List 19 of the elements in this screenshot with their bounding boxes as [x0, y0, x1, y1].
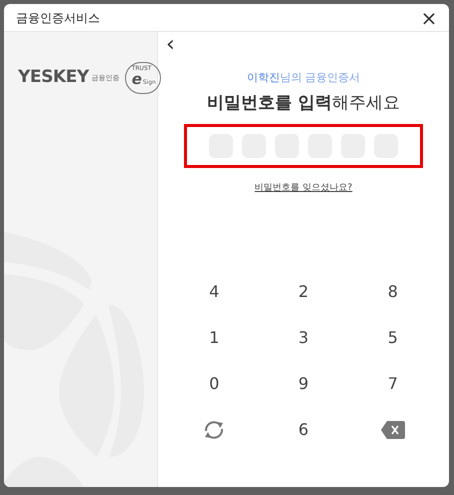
- close-button[interactable]: ×: [421, 8, 437, 28]
- keypad-key[interactable]: 8: [378, 278, 407, 306]
- back-button[interactable]: ‹: [166, 34, 175, 56]
- keypad-key[interactable]: 1: [200, 324, 228, 352]
- window-title: 금융인증서비스: [16, 10, 100, 26]
- brand-wordmark: YESKEY: [18, 66, 89, 90]
- keypad-key[interactable]: 9: [289, 370, 318, 398]
- keypad-key[interactable]: 7: [378, 370, 407, 398]
- keypad-key[interactable]: 5: [378, 324, 407, 352]
- certificate-owner: 이학진님의 금융인증서: [246, 70, 360, 86]
- pin-field[interactable]: [184, 124, 423, 168]
- keypad-key[interactable]: 0: [200, 370, 228, 398]
- forgot-password-link[interactable]: 비밀번호를 잊으셨나요?: [254, 182, 352, 196]
- keypad-key[interactable]: 3: [289, 324, 318, 352]
- keypad-key[interactable]: 6: [289, 416, 318, 444]
- keypad-key[interactable]: 2: [289, 278, 318, 306]
- heading: 비밀번호를 입력해주세요: [207, 92, 400, 114]
- seal-letter: e: [132, 72, 142, 87]
- keypad-key[interactable]: 4: [200, 278, 228, 306]
